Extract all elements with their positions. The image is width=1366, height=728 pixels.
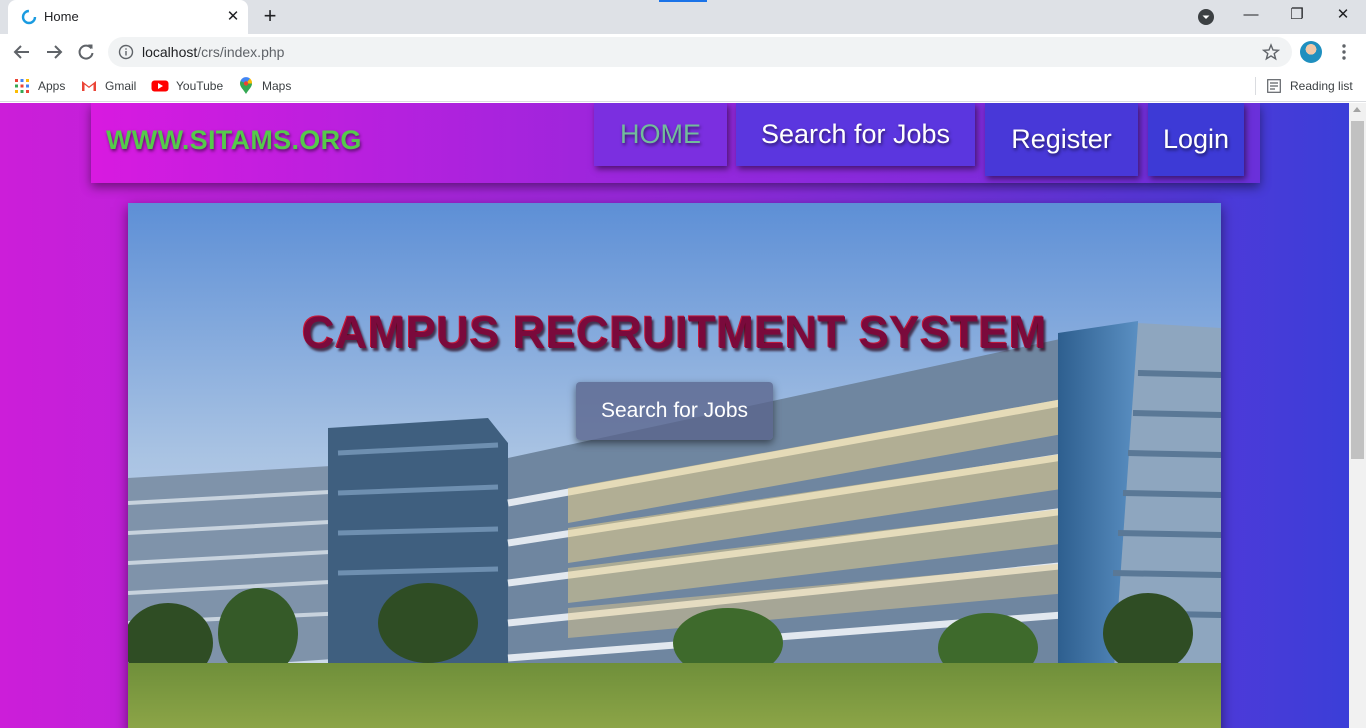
- bookmarks-bar: Apps Gmail YouTube Maps Reading list: [0, 70, 1366, 102]
- bookmark-label: YouTube: [176, 79, 224, 93]
- apps-grid-icon: [15, 79, 29, 93]
- site-info-icon[interactable]: [118, 44, 134, 60]
- maps-icon: [240, 77, 253, 94]
- bookmark-label: Apps: [38, 79, 66, 93]
- reading-list-icon: [1267, 79, 1281, 93]
- site-logo[interactable]: WWW.SITAMS.ORG: [106, 125, 362, 156]
- bookmark-label: Gmail: [105, 79, 137, 93]
- hero-banner: CAMPUS RECRUITMENT SYSTEM Search for Job…: [128, 203, 1221, 728]
- bookmark-youtube[interactable]: YouTube: [151, 76, 227, 96]
- forward-arrow-icon[interactable]: [43, 41, 65, 63]
- hero-search-jobs-button[interactable]: Search for Jobs: [576, 382, 773, 440]
- tab-strip: Home ✕ + — ❐ ✕: [0, 0, 1366, 34]
- browser-tab-home[interactable]: Home ✕: [8, 0, 248, 34]
- bookmark-gmail[interactable]: Gmail: [81, 76, 145, 96]
- bookmark-maps[interactable]: Maps: [239, 76, 295, 96]
- new-tab-button[interactable]: +: [258, 5, 282, 29]
- address-bar[interactable]: localhost/crs/index.php: [108, 37, 1292, 67]
- site-header: WWW.SITAMS.ORG HOME Search for Jobs Regi…: [91, 103, 1260, 183]
- url-text: localhost/crs/index.php: [142, 44, 285, 60]
- nav-search-jobs[interactable]: Search for Jobs: [736, 103, 975, 166]
- bookmark-label: Maps: [262, 79, 292, 93]
- back-arrow-icon[interactable]: [11, 41, 33, 63]
- minimize-button[interactable]: —: [1237, 4, 1265, 26]
- gmail-icon: [82, 81, 96, 91]
- page-scrollbar[interactable]: [1349, 103, 1366, 728]
- reading-list-label: Reading list: [1290, 79, 1353, 93]
- more-menu-icon[interactable]: [1336, 41, 1352, 63]
- scroll-up-arrow-icon[interactable]: [1353, 107, 1361, 112]
- scrollbar-thumb[interactable]: [1351, 121, 1364, 459]
- restore-button[interactable]: ❐: [1283, 4, 1311, 26]
- loading-favicon-icon: [21, 9, 37, 25]
- browser-toolbar: localhost/crs/index.php: [0, 34, 1366, 70]
- tab-title: Home: [44, 9, 79, 24]
- loading-indicator: [659, 0, 707, 2]
- reload-icon[interactable]: [75, 41, 97, 63]
- nav-register[interactable]: Register: [985, 103, 1138, 176]
- page-viewport: WWW.SITAMS.ORG HOME Search for Jobs Regi…: [0, 103, 1349, 728]
- nav-home[interactable]: HOME: [594, 103, 727, 166]
- reading-list-button[interactable]: Reading list: [1267, 76, 1357, 96]
- nav-login[interactable]: Login: [1148, 103, 1244, 176]
- bookmark-apps[interactable]: Apps: [14, 76, 74, 96]
- close-icon[interactable]: ✕: [222, 6, 244, 28]
- hero-title: CAMPUS RECRUITMENT SYSTEM: [301, 307, 1048, 358]
- youtube-icon: [151, 80, 169, 92]
- profile-avatar[interactable]: [1300, 41, 1322, 63]
- bookmarks-divider: [1255, 77, 1256, 95]
- tab-search-icon[interactable]: [1197, 8, 1215, 26]
- window-close-button[interactable]: ✕: [1329, 4, 1357, 26]
- bookmark-star-icon[interactable]: [1262, 43, 1280, 61]
- campus-building-image: [128, 203, 1221, 728]
